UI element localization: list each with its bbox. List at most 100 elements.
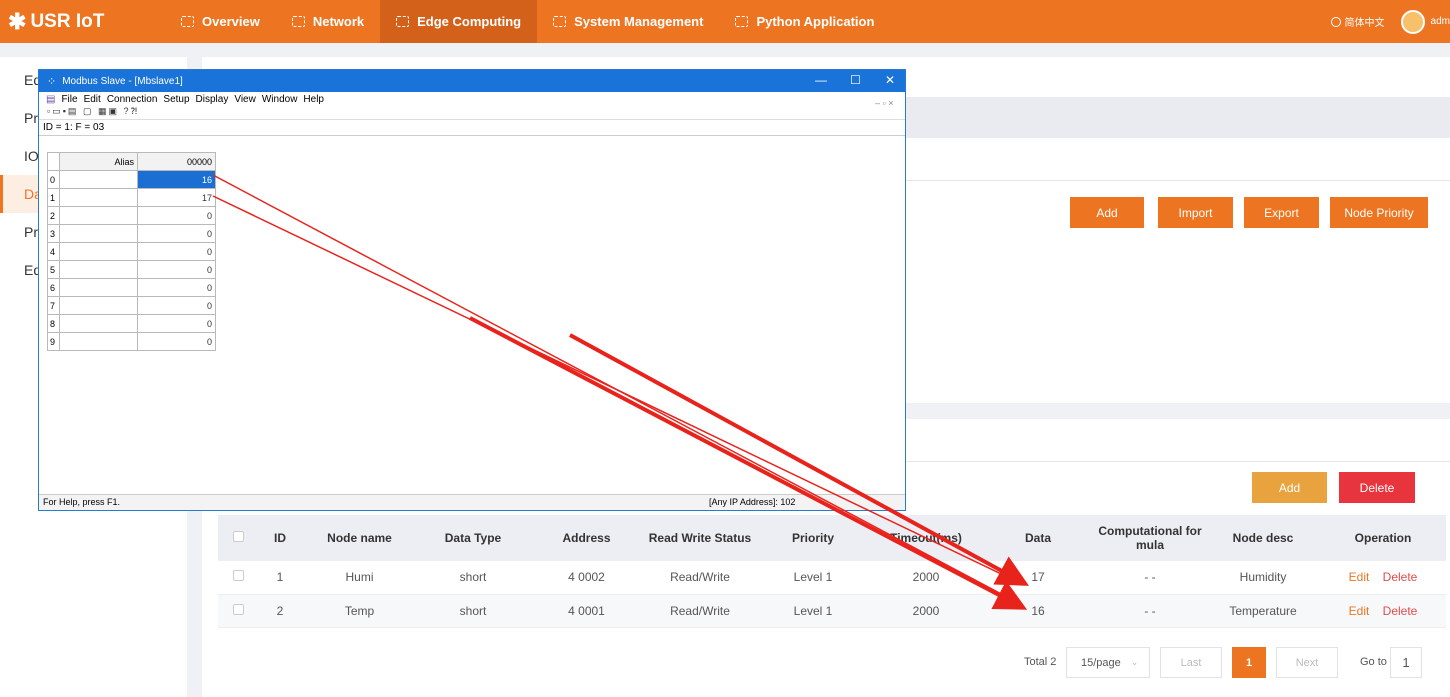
language-switch[interactable]: 简体中文 bbox=[1345, 14, 1385, 29]
window-icon[interactable]: ▢ bbox=[83, 106, 94, 116]
cell-data: 16 bbox=[982, 594, 1094, 628]
window-titlebar[interactable]: ⁘ Modbus Slave - [Mbslave1] — ☐ ✕ bbox=[39, 70, 905, 92]
close-icon[interactable]: ✕ bbox=[885, 73, 895, 87]
nav-overview-label: Overview bbox=[202, 14, 260, 29]
register-row[interactable]: 0 16 bbox=[47, 170, 216, 189]
slave-id-line: ID = 1: F = 03 bbox=[39, 120, 905, 136]
col-id: ID bbox=[258, 515, 302, 561]
select-all-checkbox[interactable] bbox=[232, 531, 244, 542]
col-address: Address bbox=[529, 515, 644, 561]
register-value[interactable]: 17 bbox=[137, 188, 216, 207]
register-index: 1 bbox=[47, 188, 60, 207]
nav-network[interactable]: Network bbox=[276, 0, 380, 43]
register-value[interactable]: 0 bbox=[137, 242, 216, 261]
globe-icon bbox=[1330, 16, 1341, 27]
register-row[interactable]: 50 bbox=[47, 260, 216, 279]
menu-setup[interactable]: Setup bbox=[163, 94, 189, 105]
edit-link[interactable]: Edit bbox=[1349, 604, 1370, 618]
print-icon[interactable]: ▤ bbox=[68, 106, 79, 116]
add-button[interactable]: Add bbox=[1070, 197, 1144, 228]
register-row[interactable]: 1 17 bbox=[47, 188, 216, 207]
goto-label: Go to bbox=[1360, 656, 1387, 668]
register-value[interactable]: 0 bbox=[137, 314, 216, 333]
next-page-button[interactable]: Next bbox=[1276, 647, 1338, 678]
col-node-desc: Node desc bbox=[1206, 515, 1320, 561]
add-node-button[interactable]: Add bbox=[1252, 472, 1327, 503]
last-page-button[interactable]: Last bbox=[1160, 647, 1222, 678]
register-index: 2 bbox=[47, 206, 60, 225]
register-alias[interactable] bbox=[59, 296, 138, 315]
register-alias[interactable] bbox=[59, 170, 138, 189]
user-name[interactable]: adm bbox=[1431, 16, 1450, 27]
help-icon[interactable]: ? bbox=[124, 106, 131, 116]
cell-address: 4 0001 bbox=[529, 594, 644, 628]
avatar[interactable] bbox=[1400, 9, 1425, 34]
nav-system-management[interactable]: System Management bbox=[537, 0, 719, 43]
table-header-row: ID Node name Data Type Address Read Writ… bbox=[218, 515, 1446, 561]
page-size-select[interactable]: 15/page ⌄ bbox=[1066, 647, 1150, 678]
delete-link[interactable]: Delete bbox=[1383, 570, 1418, 584]
register-value[interactable]: 0 bbox=[137, 332, 216, 351]
register-row[interactable]: 40 bbox=[47, 242, 216, 261]
nav-edge-computing[interactable]: Edge Computing bbox=[380, 0, 538, 43]
lock-icon[interactable]: ▣ bbox=[109, 106, 120, 116]
menu-help[interactable]: Help bbox=[303, 94, 324, 105]
delete-node-button[interactable]: Delete bbox=[1339, 472, 1415, 503]
cell-data-type: short bbox=[417, 561, 529, 595]
register-alias[interactable] bbox=[59, 314, 138, 333]
cell-operation: Edit Delete bbox=[1320, 561, 1446, 595]
context-help-icon[interactable]: ⁈ bbox=[131, 106, 140, 116]
register-row[interactable]: 20 bbox=[47, 206, 216, 225]
register-value[interactable]: 0 bbox=[137, 224, 216, 243]
nav-python-application[interactable]: Python Application bbox=[719, 0, 890, 43]
mdi-controls-icon[interactable]: – ▫ × bbox=[875, 98, 893, 108]
register-alias[interactable] bbox=[59, 278, 138, 297]
menu-window[interactable]: Window bbox=[262, 94, 298, 105]
menu-view[interactable]: View bbox=[234, 94, 256, 105]
register-alias[interactable] bbox=[59, 242, 138, 261]
register-index: 7 bbox=[47, 296, 60, 315]
system-management-icon bbox=[553, 16, 567, 27]
register-value[interactable]: 0 bbox=[137, 296, 216, 315]
pagination: Total 2 15/page ⌄ Last 1 Next Go to 1 bbox=[202, 647, 1450, 678]
row-checkbox[interactable] bbox=[232, 570, 244, 582]
register-alias[interactable] bbox=[59, 188, 138, 207]
menu-file[interactable]: File bbox=[61, 94, 77, 105]
top-nav: ✱ USR IoT Overview Network Edge Computin… bbox=[0, 0, 1450, 43]
register-value[interactable]: 0 bbox=[137, 206, 216, 225]
register-row[interactable]: 90 bbox=[47, 332, 216, 351]
node-priority-button[interactable]: Node Priority bbox=[1330, 197, 1428, 228]
cell-priority: Level 1 bbox=[756, 561, 870, 595]
cell-timeout: 2000 bbox=[870, 594, 982, 628]
register-value[interactable]: 0 bbox=[137, 260, 216, 279]
register-alias[interactable] bbox=[59, 332, 138, 351]
register-alias[interactable] bbox=[59, 260, 138, 279]
menu-edit[interactable]: Edit bbox=[84, 94, 101, 105]
register-row[interactable]: 80 bbox=[47, 314, 216, 333]
export-button[interactable]: Export bbox=[1244, 197, 1319, 228]
register-value[interactable]: 0 bbox=[137, 278, 216, 297]
register-alias[interactable] bbox=[59, 224, 138, 243]
menu-connection[interactable]: Connection bbox=[107, 94, 158, 105]
table-row: 2 Temp short 4 0001 Read/Write Level 1 2… bbox=[218, 594, 1446, 628]
edit-link[interactable]: Edit bbox=[1349, 570, 1370, 584]
register-alias[interactable] bbox=[59, 206, 138, 225]
logo[interactable]: ✱ USR IoT bbox=[0, 9, 165, 35]
cell-id: 2 bbox=[258, 594, 302, 628]
register-value[interactable]: 16 bbox=[137, 170, 216, 189]
open-icon[interactable]: ▭ bbox=[52, 106, 63, 116]
menu-display[interactable]: Display bbox=[196, 94, 229, 105]
register-row[interactable]: 30 bbox=[47, 224, 216, 243]
row-checkbox[interactable] bbox=[232, 603, 244, 615]
page-current[interactable]: 1 bbox=[1232, 647, 1266, 678]
delete-link[interactable]: Delete bbox=[1383, 604, 1418, 618]
maximize-icon[interactable]: ☐ bbox=[850, 73, 861, 87]
register-index: 6 bbox=[47, 278, 60, 297]
register-row[interactable]: 60 bbox=[47, 278, 216, 297]
nav-overview[interactable]: Overview bbox=[165, 0, 276, 43]
grid-icon[interactable]: ▦ bbox=[98, 106, 109, 116]
register-row[interactable]: 70 bbox=[47, 296, 216, 315]
import-button[interactable]: Import bbox=[1158, 197, 1233, 228]
minimize-icon[interactable]: — bbox=[815, 73, 827, 87]
goto-input[interactable]: 1 bbox=[1390, 647, 1422, 678]
